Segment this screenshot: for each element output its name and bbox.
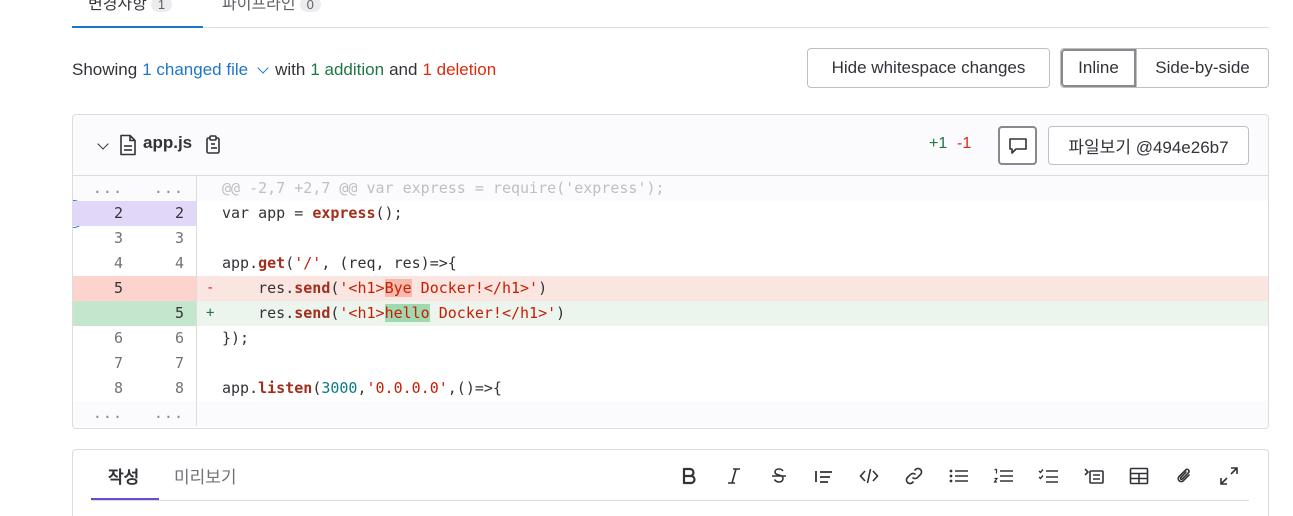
line-code: app.listen(3000,'0.0.0.0',()=>{ <box>222 379 502 397</box>
view-file-button[interactable]: 파일보기 @494e26b7 <box>1048 126 1249 165</box>
diff-line[interactable]: 7 7 <box>73 351 1268 376</box>
old-line-number[interactable]: 8 <box>73 376 135 401</box>
new-line-number[interactable]: 6 <box>135 326 197 351</box>
code-icon[interactable] <box>857 464 881 488</box>
chevron-down-icon[interactable] <box>257 61 269 74</box>
file-name[interactable]: app.js <box>143 133 192 153</box>
link-icon[interactable] <box>902 464 926 488</box>
hide-whitespace-button[interactable]: Hide whitespace changes <box>807 48 1050 88</box>
summary-and: and <box>389 60 418 79</box>
collapsible-icon[interactable] <box>1082 464 1106 488</box>
diff-line[interactable]: 3 3 <box>73 226 1268 251</box>
table-icon[interactable] <box>1127 464 1151 488</box>
diff-line[interactable]: 8 8 app.listen(3000,'0.0.0.0',()=>{ <box>73 376 1268 401</box>
added-sign: + <box>206 305 215 321</box>
diff-summary: Showing 1 changed file with 1 addition a… <box>72 60 496 80</box>
old-line-number[interactable] <box>73 301 135 326</box>
active-tab-indicator <box>72 26 203 28</box>
comment-icon <box>1008 137 1027 154</box>
side-by-side-view-button[interactable]: Side-by-side <box>1136 49 1268 87</box>
tab-pipelines-count: 0 <box>299 0 321 12</box>
tab-pipelines[interactable]: 파이프라인 0 <box>222 0 321 14</box>
old-line-number[interactable]: 4 <box>73 251 135 276</box>
diff-file-header: app.js +1 -1 파일보기 @494e26b7 <box>73 115 1268 176</box>
tab-changes-label: 변경사항 <box>88 0 147 13</box>
fullscreen-icon[interactable] <box>1217 464 1241 488</box>
expand-up-new[interactable]: ... <box>135 176 197 201</box>
new-line-number[interactable]: 7 <box>135 351 197 376</box>
old-line-number[interactable]: 5 <box>73 276 135 301</box>
new-line-number[interactable]: 2 <box>135 201 197 226</box>
bulleted-list-icon[interactable] <box>947 464 971 488</box>
line-code: app.get('/', (req, res)=>{ <box>222 254 457 272</box>
expand-up-old[interactable]: ... <box>73 176 135 201</box>
diff-line[interactable]: 6 6 }); <box>73 326 1268 351</box>
diff-line-removed[interactable]: 5 - res.send('<h1>Bye Docker!</h1>') <box>73 276 1268 301</box>
old-line-number[interactable]: 2 <box>73 201 135 226</box>
editor-divider <box>91 500 1249 501</box>
new-line-number[interactable]: 4 <box>135 251 197 276</box>
numbered-list-icon[interactable] <box>992 464 1016 488</box>
diff-file: app.js +1 -1 파일보기 @494e26b7 ... ... @@ -… <box>72 114 1269 429</box>
merge-request-tabs: 변경사항 1 파이프라인 0 <box>72 0 1269 28</box>
summary-prefix: Showing <box>72 60 138 79</box>
tab-write[interactable]: 작성 <box>108 463 139 488</box>
line-code: var app = express(); <box>222 204 403 222</box>
hunk-header: @@ -2,7 +2,7 @@ var express = require('e… <box>222 179 665 197</box>
old-line-number[interactable]: 7 <box>73 351 135 376</box>
old-line-number[interactable]: 3 <box>73 226 135 251</box>
quote-icon[interactable] <box>812 464 836 488</box>
italic-icon[interactable] <box>722 464 746 488</box>
attach-icon[interactable] <box>1172 464 1196 488</box>
hunk-header-row: ... ... @@ -2,7 +2,7 @@ var express = re… <box>73 176 1268 201</box>
expand-down-row: ... ... <box>73 401 1268 426</box>
new-line-number[interactable] <box>135 276 197 301</box>
tab-changes-count: 1 <box>150 0 173 12</box>
tab-preview[interactable]: 미리보기 <box>174 463 237 488</box>
new-line-number[interactable]: 3 <box>135 226 197 251</box>
changed-files-dropdown[interactable]: 1 changed file <box>142 60 248 80</box>
new-line-number[interactable]: 8 <box>135 376 197 401</box>
old-line-number[interactable]: 6 <box>73 326 135 351</box>
removed-sign: - <box>206 280 215 296</box>
additions-count: 1 addition <box>310 60 385 79</box>
line-code: }); <box>222 329 250 347</box>
deletions-count: 1 deletion <box>422 60 497 79</box>
summary-with: with <box>275 60 306 79</box>
file-icon <box>120 134 136 156</box>
file-additions: +1 <box>929 135 948 152</box>
inline-view-button[interactable]: Inline <box>1061 49 1136 87</box>
line-code: res.send('<h1>hello Docker!</h1>') <box>222 304 566 322</box>
strikethrough-icon[interactable] <box>767 464 791 488</box>
expand-down-old[interactable]: ... <box>73 401 135 426</box>
diff-line-added[interactable]: 5 + res.send('<h1>hello Docker!</h1>') <box>73 301 1268 326</box>
chevron-down-icon[interactable] <box>97 138 109 150</box>
new-line-number[interactable]: 5 <box>135 301 197 326</box>
file-deletions: -1 <box>957 135 972 152</box>
bold-icon[interactable] <box>677 464 701 488</box>
diff-view-toggle: Inline Side-by-side <box>1060 48 1269 88</box>
diff-lines: ... ... @@ -2,7 +2,7 @@ var express = re… <box>73 176 1268 426</box>
diff-line[interactable]: 2 2 var app = express(); <box>73 200 1268 228</box>
task-list-icon[interactable] <box>1037 464 1061 488</box>
comment-on-file-button[interactable] <box>998 126 1037 165</box>
line-code: res.send('<h1>Bye Docker!</h1>') <box>222 279 548 297</box>
comment-editor: 작성 미리보기 <box>72 449 1269 516</box>
tab-changes[interactable]: 변경사항 1 <box>88 0 173 14</box>
diff-line[interactable]: 4 4 app.get('/', (req, res)=>{ <box>73 251 1268 276</box>
expand-down-new[interactable]: ... <box>135 401 197 426</box>
tab-pipelines-label: 파이프라인 <box>222 0 296 13</box>
copy-path-icon[interactable] <box>205 135 223 155</box>
